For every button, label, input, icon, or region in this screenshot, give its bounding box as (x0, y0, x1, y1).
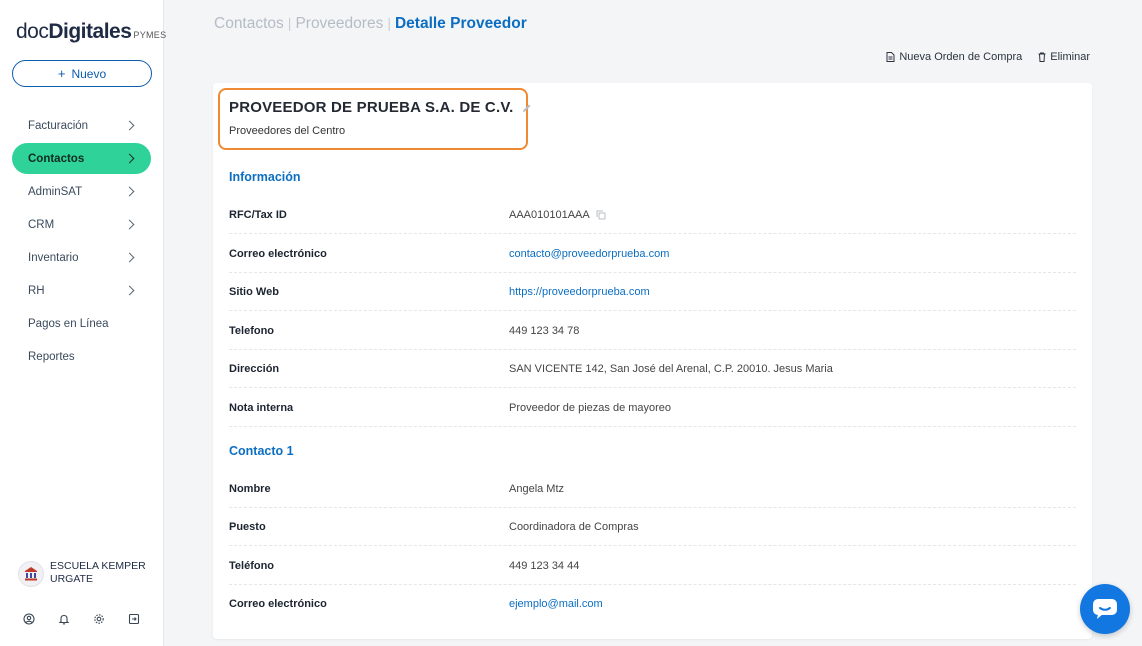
chevron-right-icon (124, 186, 135, 197)
contact-email-label: Correo electrónico (229, 598, 327, 610)
phone-value: 449 123 34 78 (509, 324, 580, 337)
copy-icon[interactable] (596, 210, 606, 220)
logo[interactable]: docDigitales PYMES (16, 20, 166, 44)
chevron-right-icon (124, 153, 135, 164)
sidebar-item-inventario[interactable]: Inventario (12, 242, 151, 273)
plus-icon: + (57, 66, 66, 81)
address-value: SAN VICENTE 142, San José del Arenal, C.… (509, 362, 833, 375)
sidebar-item-facturacion[interactable]: Facturación (12, 110, 151, 141)
provider-title-highlight (218, 88, 528, 150)
sidebar: docDigitales PYMES + Nuevo Facturación Co… (0, 0, 166, 646)
rfc-label: RFC/Tax ID (229, 208, 287, 221)
chevron-right-icon (124, 120, 135, 131)
chevron-right-icon (124, 252, 135, 263)
rfc-value-text: AAA010101AAA (509, 208, 590, 221)
breadcrumb-separator: | (287, 15, 292, 31)
breadcrumb-current: Detalle Proveedor (394, 15, 527, 32)
new-button[interactable]: + Nuevo (12, 60, 152, 87)
sidebar-item-label: RH (28, 284, 45, 297)
sidebar-item-rh[interactable]: RH (12, 275, 151, 306)
rfc-value: AAA010101AAA (509, 209, 606, 221)
logo-digitales: Digitales (48, 20, 132, 43)
contact-section-title: Contacto 1 (229, 444, 294, 458)
email-link[interactable]: contacto@proveedorprueba.com (509, 248, 669, 260)
sidebar-item-label: Reportes (28, 350, 75, 363)
logout-icon[interactable] (127, 612, 141, 626)
new-button-label: Nuevo (71, 66, 107, 81)
contact-name-value: Angela Mtz (509, 482, 565, 495)
sidebar-item-label: Inventario (28, 251, 79, 264)
logo-doc: doc (16, 20, 49, 43)
sidebar-item-label: Contactos (28, 152, 85, 165)
contact-phone-value: 449 123 34 44 (509, 559, 580, 572)
user-circle-icon[interactable] (22, 612, 36, 626)
contact-email-link[interactable]: ejemplo@mail.com (509, 598, 603, 610)
delete-label: Eliminar (1050, 51, 1090, 63)
note-value: Proveedor de piezas de mayoreo (509, 401, 672, 414)
provider-name: PROVEEDOR DE PRUEBA S.A. DE C.V. (229, 99, 532, 116)
sidebar-item-label: CRM (28, 218, 55, 231)
edit-icon[interactable] (522, 103, 532, 113)
chevron-right-icon (124, 219, 135, 230)
website-link[interactable]: https://proveedorprueba.com (509, 286, 650, 298)
contact-name-label: Nombre (229, 482, 271, 495)
gear-icon[interactable] (92, 612, 106, 626)
provider-name-text: PROVEEDOR DE PRUEBA S.A. DE C.V. (229, 99, 514, 116)
sidebar-item-crm[interactable]: CRM (12, 209, 151, 240)
delete-button[interactable]: Eliminar (1038, 51, 1090, 63)
sidebar-item-adminsat[interactable]: AdminSAT (12, 176, 151, 207)
sidebar-item-reportes[interactable]: Reportes (12, 341, 151, 372)
logo-pymes: PYMES (133, 30, 167, 40)
sidebar-item-contactos[interactable]: Contactos (12, 143, 151, 174)
document-icon (886, 52, 895, 62)
contact-row-name: Nombre Angela Mtz (229, 470, 1076, 508)
contact-position-label: Puesto (229, 520, 266, 533)
provider-detail-card: PROVEEDOR DE PRUEBA S.A. DE C.V. Proveed… (213, 83, 1092, 639)
contact-row-position: Puesto Coordinadora de Compras (229, 508, 1076, 546)
info-row-website: Sitio Web https://proveedorprueba.com (229, 273, 1076, 311)
info-row-note: Nota interna Proveedor de piezas de mayo… (229, 389, 1076, 427)
new-purchase-order-label: Nueva Orden de Compra (899, 51, 1023, 63)
breadcrumb: Contactos | Proveedores | Detalle Proveedor (214, 15, 527, 33)
info-row-phone: Telefono 449 123 34 78 (229, 312, 1076, 350)
sidebar-item-pagos-en-linea[interactable]: Pagos en Línea (12, 308, 151, 339)
contact-row-email: Correo electrónico ejemplo@mail.com (229, 585, 1076, 623)
new-purchase-order-button[interactable]: Nueva Orden de Compra (886, 51, 1022, 63)
info-row-address: Dirección SAN VICENTE 142, San José del … (229, 350, 1076, 388)
email-label: Correo electrónico (229, 247, 327, 260)
provider-subtitle: Proveedores del Centro (229, 125, 346, 137)
bell-icon[interactable] (57, 612, 71, 626)
info-row-rfc: RFC/Tax ID AAA010101AAA (229, 196, 1076, 234)
header-actions: Nueva Orden de Compra Eliminar (870, 51, 1090, 63)
website-label: Sitio Web (229, 285, 279, 298)
chat-icon (1093, 599, 1117, 619)
contact-position-value: Coordinadora de Compras (509, 520, 639, 533)
chat-button[interactable] (1080, 584, 1130, 634)
breadcrumb-separator: | (387, 15, 391, 31)
sidebar-item-label: Facturación (28, 119, 89, 132)
note-label: Nota interna (229, 401, 294, 414)
info-row-email: Correo electrónico contacto@proveedorpru… (229, 235, 1076, 273)
org-name: ESCUELA KEMPER URGATE (50, 560, 146, 585)
trash-icon (1038, 52, 1046, 62)
contact-phone-label: Teléfono (229, 559, 275, 572)
breadcrumb-proveedores[interactable]: Proveedores (295, 15, 383, 32)
sidebar-item-label: AdminSAT (28, 185, 83, 198)
sidebar-item-label: Pagos en Línea (28, 317, 109, 330)
phone-label: Telefono (229, 324, 275, 337)
info-section-title: Información (229, 170, 301, 184)
sidebar-nav: Facturación Contactos AdminSAT CRM Inven… (12, 110, 151, 374)
sidebar-bottom-icons (22, 612, 162, 626)
chevron-right-icon (124, 285, 135, 296)
contact-row-phone: Teléfono 449 123 34 44 (229, 547, 1076, 585)
org-avatar (18, 561, 44, 587)
organization[interactable]: ESCUELA KEMPER URGATE (18, 560, 150, 587)
breadcrumb-contactos[interactable]: Contactos (214, 15, 284, 32)
address-label: Dirección (229, 362, 280, 375)
